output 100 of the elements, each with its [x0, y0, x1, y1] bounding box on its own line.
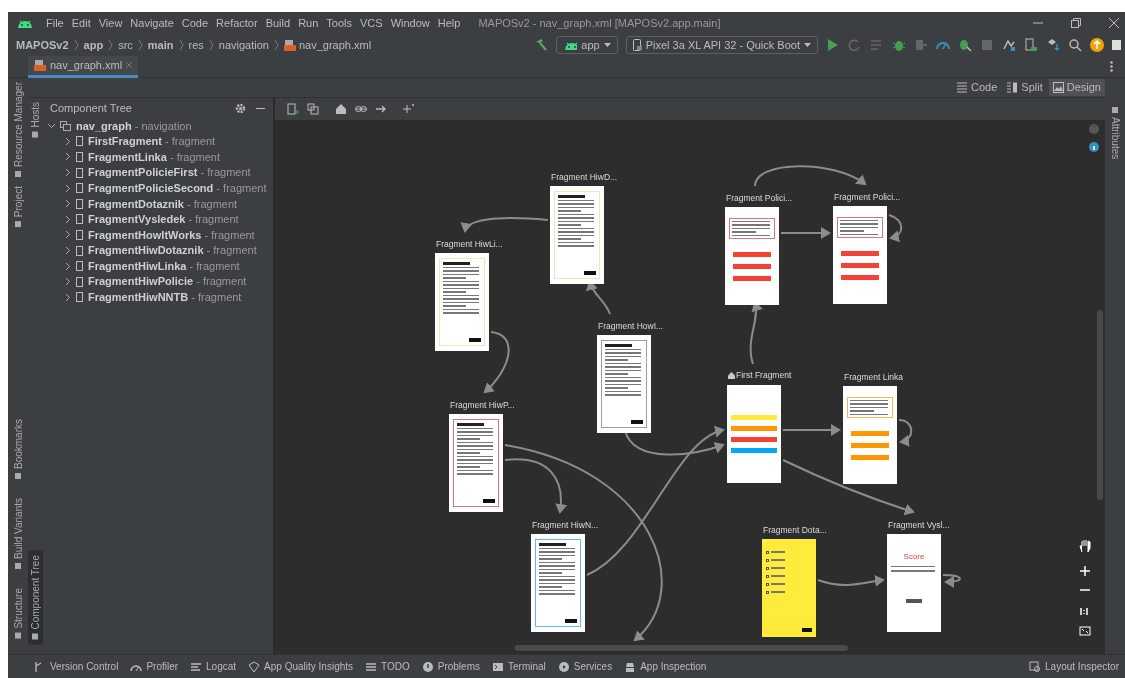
tool-window-tab[interactable]: TODO	[359, 659, 416, 674]
collapsed-chevron-icon[interactable]	[64, 184, 71, 192]
tool-window-tab[interactable]: Logcat	[184, 659, 243, 674]
tool-window-tab[interactable]: App Quality Insights	[242, 659, 360, 674]
tree-item-label[interactable]: nav_graph - navigation	[76, 117, 192, 135]
tree-item-label[interactable]: FragmentVysledek - fragment	[88, 211, 239, 228]
arrow-right-icon[interactable]	[375, 103, 387, 115]
breadcrumb-item[interactable]: navigation	[218, 36, 269, 54]
view-mode-button[interactable]: Code	[953, 79, 1002, 96]
destination-label[interactable]: Fragment HowI...	[598, 320, 664, 333]
screen-preview[interactable]: Score	[887, 533, 941, 632]
tool-window-tab[interactable]: Profiler	[124, 659, 185, 674]
auto-arrange-icon[interactable]	[403, 103, 415, 115]
tree-item-label[interactable]: FragmentLinka - fragment	[88, 148, 221, 166]
search-icon[interactable]	[1068, 38, 1082, 52]
new-destination-icon[interactable]	[287, 103, 299, 115]
breadcrumb-item[interactable]: nav_graph.xml	[298, 36, 372, 54]
breadcrumb-item[interactable]: res	[188, 36, 204, 54]
destination-label[interactable]: Fragment Vysl...	[888, 519, 950, 532]
close-icon[interactable]	[1109, 18, 1119, 28]
expanded-chevron-icon[interactable]	[48, 122, 55, 130]
tool-window-tab[interactable]: Attributes	[1107, 102, 1123, 164]
screen-preview[interactable]	[597, 334, 651, 433]
collapsed-chevron-icon[interactable]	[64, 169, 71, 177]
more-icon[interactable]	[1110, 61, 1113, 72]
tree-item-label[interactable]: FragmentDotaznik - fragment	[88, 195, 238, 212]
destination-label[interactable]: Fragment Polici...	[834, 191, 901, 204]
tree-item-label[interactable]: FragmentHowItWorks - fragment	[88, 226, 255, 244]
bug-arrow-icon[interactable]	[958, 38, 972, 52]
home-icon[interactable]	[335, 103, 347, 115]
view-mode-button[interactable]: Split	[1003, 79, 1047, 96]
destination-label[interactable]: Fragment HiwN...	[532, 519, 599, 532]
update-icon[interactable]	[1090, 38, 1104, 52]
navigation-arrow[interactable]	[504, 444, 663, 642]
menu-item[interactable]: Refactor	[212, 14, 262, 32]
tool-window-tab[interactable]: Services	[551, 659, 619, 674]
tool-window-tab[interactable]: Structure	[10, 584, 26, 644]
tree-item-label[interactable]: FirstFragment - fragment	[88, 133, 216, 150]
editor-tab[interactable]: nav_graph.xml	[28, 55, 139, 78]
fit-screen-icon[interactable]	[1079, 625, 1091, 639]
tree-item-label[interactable]: FragmentHiwNNTB - fragment	[88, 289, 242, 306]
screen-preview[interactable]	[531, 533, 585, 632]
tool-window-tab[interactable]: Resource Manager	[10, 78, 26, 183]
tool-window-tab[interactable]: Project	[10, 182, 26, 233]
menu-item[interactable]: Run	[294, 14, 323, 32]
view-mode-button[interactable]: Design	[1048, 79, 1105, 96]
menu-item[interactable]: Tools	[322, 14, 356, 32]
screen-preview[interactable]	[762, 538, 816, 637]
tool-window-tab[interactable]: Version Control	[28, 659, 125, 674]
collapsed-chevron-icon[interactable]	[64, 137, 71, 145]
vertical-scrollbar[interactable]	[1097, 310, 1103, 500]
collapsed-chevron-icon[interactable]	[64, 200, 71, 208]
link-icon[interactable]	[355, 103, 367, 115]
destination-label[interactable]: Fragment Dota...	[763, 524, 827, 537]
tree-item-label[interactable]: FragmentHiwPolicie - fragment	[88, 273, 247, 290]
info-icon[interactable]	[1089, 142, 1099, 152]
menu-item[interactable]: Window	[386, 14, 434, 32]
run-config-dropdown[interactable]: app	[556, 36, 618, 54]
menu-item[interactable]: Code	[177, 14, 213, 32]
collapsed-chevron-icon[interactable]	[64, 247, 71, 255]
collapsed-chevron-icon[interactable]	[64, 153, 71, 161]
tool-window-tab[interactable]: Problems	[415, 659, 486, 674]
screen-preview[interactable]	[435, 252, 489, 351]
pan-hand-icon[interactable]	[1079, 539, 1091, 553]
navigation-arrow[interactable]	[483, 331, 510, 394]
menu-item[interactable]: Navigate	[126, 14, 178, 32]
menu-item[interactable]: View	[94, 14, 127, 32]
breadcrumb-item[interactable]: MAPOSv2	[16, 36, 69, 54]
menu-item[interactable]: Help	[433, 14, 465, 32]
screen-preview[interactable]	[550, 185, 604, 284]
tree-item-label[interactable]: FragmentPolicieSecond - fragment	[88, 179, 267, 197]
tool-window-tab[interactable]: Layout Inspector	[1023, 659, 1125, 674]
menu-item[interactable]: File	[42, 14, 68, 32]
nested-graph-icon[interactable]	[307, 103, 319, 115]
screen-preview[interactable]	[449, 413, 503, 512]
zoom-in-icon[interactable]	[1079, 565, 1091, 579]
collapsed-chevron-icon[interactable]	[64, 231, 71, 239]
destination-label[interactable]: Fragment Linka	[844, 371, 904, 384]
navigation-arrow[interactable]	[624, 430, 725, 456]
device-manager-icon[interactable]	[1024, 38, 1038, 52]
menu-item[interactable]: VCS	[356, 14, 387, 32]
hammer-icon[interactable]	[534, 38, 549, 52]
tool-window-tab[interactable]: App Inspection	[618, 659, 713, 674]
destination-label[interactable]: Fragment Polici...	[726, 192, 793, 205]
restore-icon[interactable]	[1071, 18, 1081, 28]
tree-item-label[interactable]: FragmentHiwDotaznik - fragment	[88, 242, 257, 259]
breadcrumb-item[interactable]: main	[147, 36, 174, 54]
tree-item-label[interactable]: FragmentPolicieFirst - fragment	[88, 164, 251, 181]
destination-label[interactable]: Fragment HiwD...	[551, 171, 618, 184]
collapsed-chevron-icon[interactable]	[64, 262, 71, 270]
tool-window-tab[interactable]: Terminal	[486, 659, 552, 674]
horizontal-scrollbar[interactable]	[515, 645, 848, 651]
bug-icon[interactable]	[892, 38, 906, 52]
play-icon[interactable]	[826, 38, 840, 52]
menu-item[interactable]: Build	[261, 14, 295, 32]
destination-label[interactable]: Fragment HiwP...	[450, 399, 515, 412]
menu-item[interactable]: Edit	[67, 14, 95, 32]
tool-window-tab[interactable]: Build Variants	[10, 494, 26, 575]
collapsed-chevron-icon[interactable]	[64, 293, 71, 301]
breadcrumb-item[interactable]: app	[83, 36, 104, 54]
